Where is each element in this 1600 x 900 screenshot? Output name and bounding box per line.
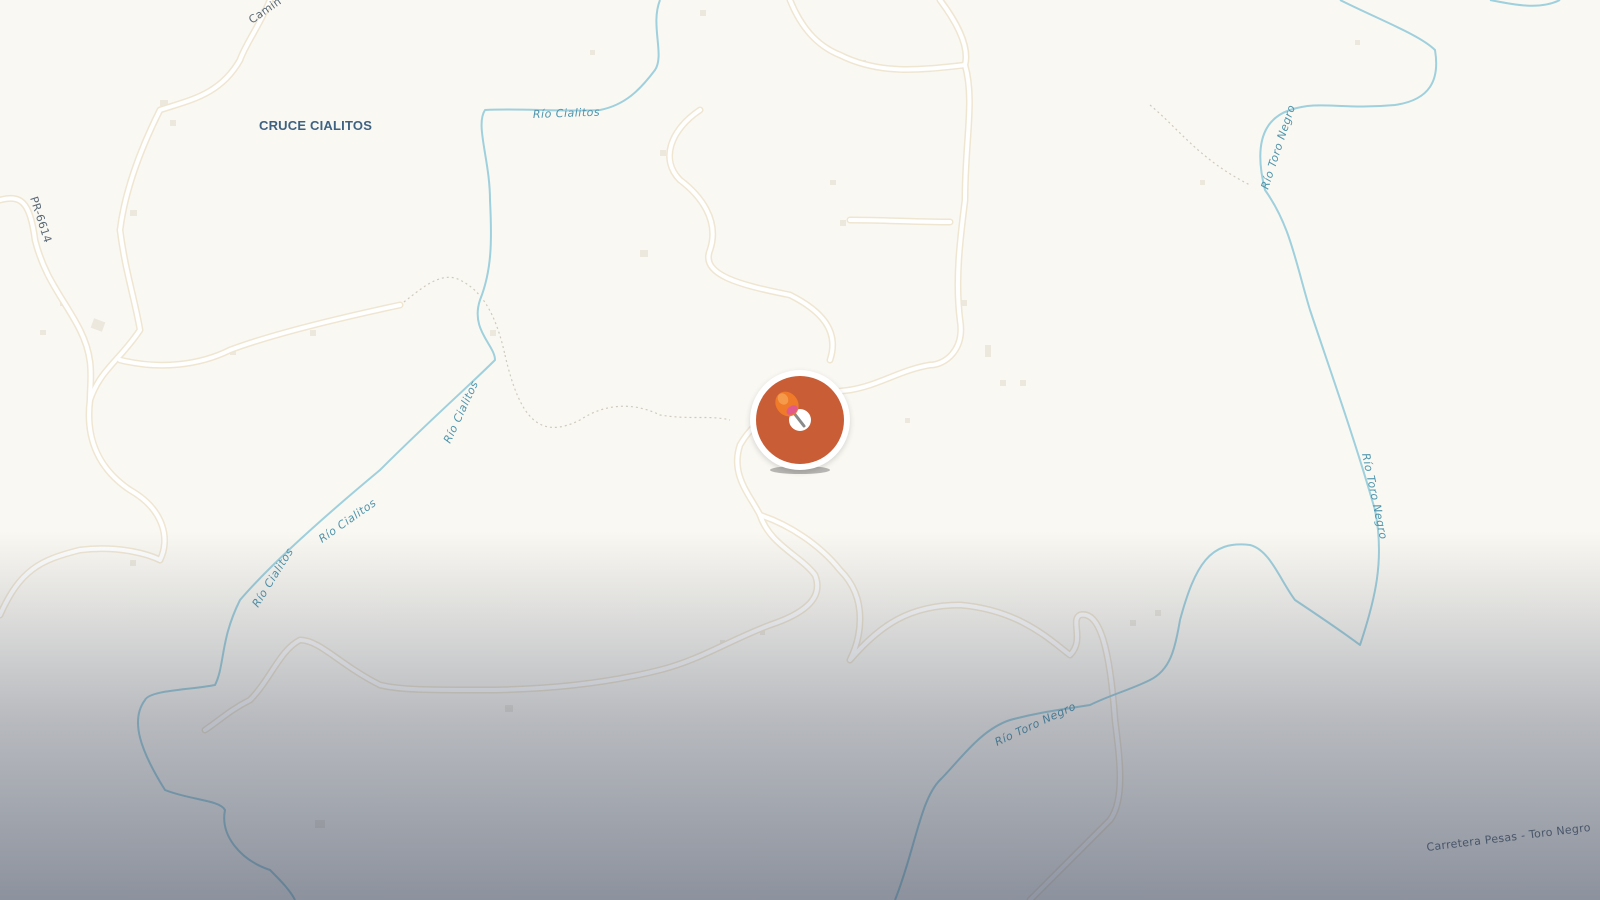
place-label-cruce-cialitos: CRUCE CIALITOS xyxy=(259,118,372,133)
map-pin-icon xyxy=(775,391,806,428)
river-label-cialitos-1: Río Cialitos xyxy=(533,106,601,121)
marker-disc xyxy=(756,376,844,464)
location-marker[interactable] xyxy=(750,370,850,480)
